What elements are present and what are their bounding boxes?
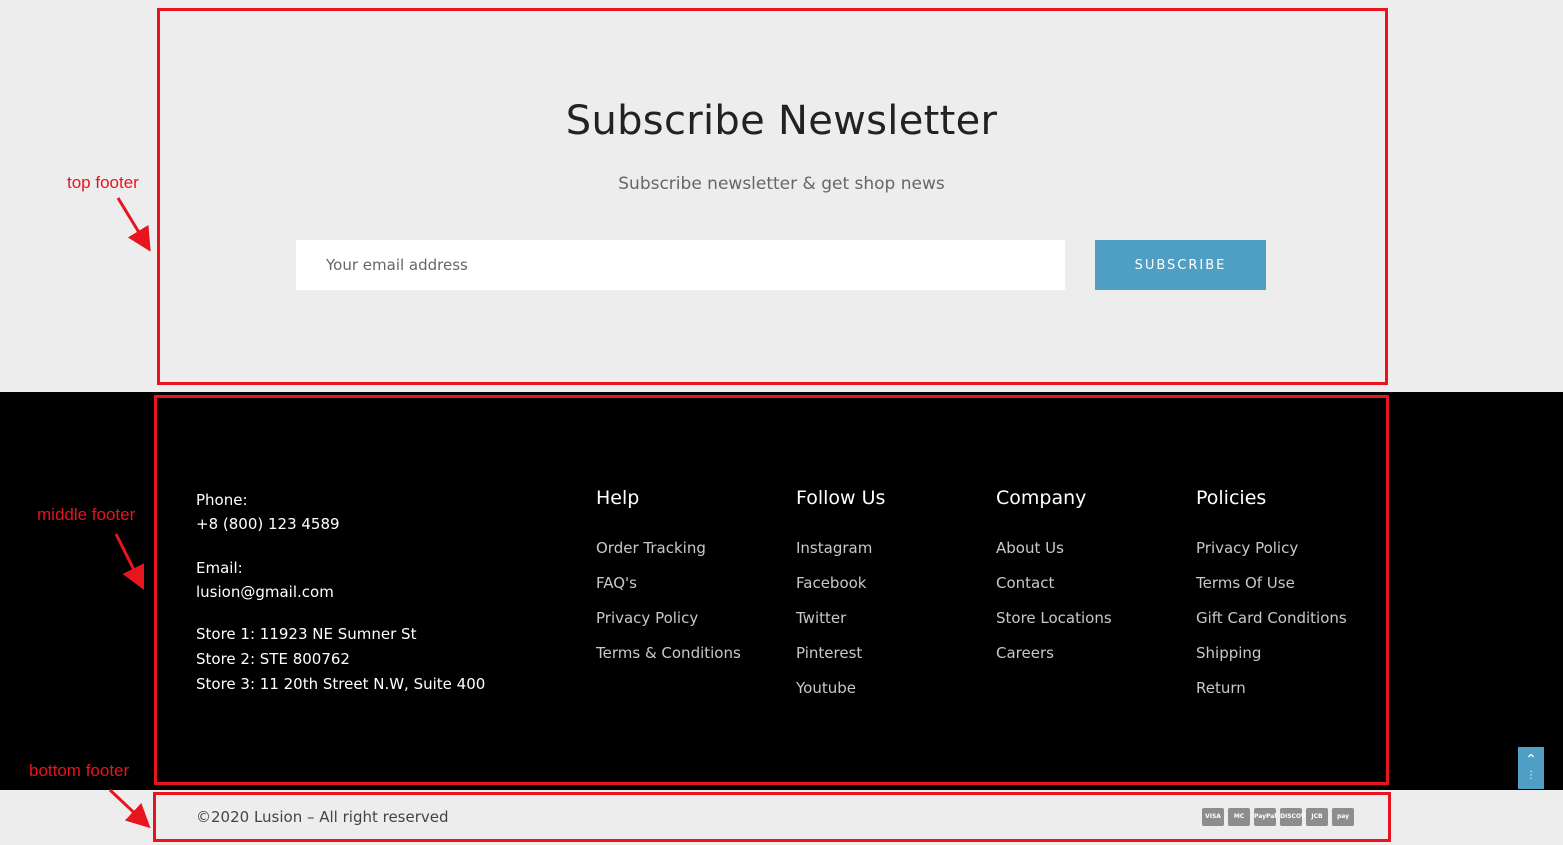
annotation-top-footer: top footer: [67, 173, 139, 192]
scroll-to-top-button[interactable]: ⌃ ⋮: [1518, 747, 1544, 789]
chevron-up-icon: ⌃: [1525, 752, 1537, 768]
annotation-bottom-footer: bottom footer: [29, 761, 130, 780]
dots-icon: ⋮: [1526, 770, 1536, 781]
top-footer-highlight: [157, 8, 1388, 385]
annotation-middle-footer: middle footer: [37, 505, 136, 524]
bottom-footer-highlight: [153, 792, 1391, 842]
middle-footer-highlight: [154, 395, 1389, 785]
